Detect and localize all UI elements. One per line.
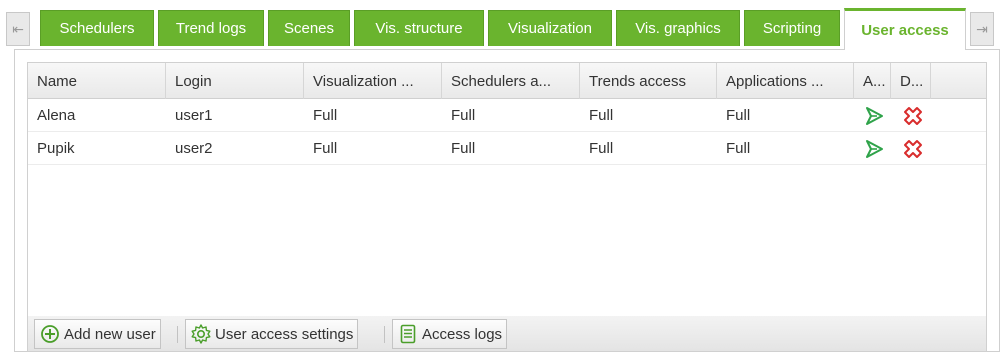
table-row[interactable]: Alena user1 Full Full Full Full [28, 99, 986, 132]
cell-visualization: Full [313, 107, 338, 124]
tab-label: Vis. structure [375, 20, 463, 37]
user-access-panel: Name Login Visualization ... Schedulers … [14, 49, 1000, 352]
tab-schedulers[interactable]: Schedulers [40, 10, 154, 46]
users-grid: Name Login Visualization ... Schedulers … [27, 62, 987, 317]
cell-schedulers: Full [451, 140, 476, 157]
tab-visualization[interactable]: Visualization [488, 10, 612, 46]
column-header-trends[interactable]: Trends access [580, 63, 717, 99]
column-header-login[interactable]: Login [166, 63, 304, 99]
add-circle-icon [39, 323, 61, 345]
user-access-settings-button[interactable]: User access settings [185, 319, 359, 349]
cell-trends: Full [589, 107, 614, 124]
tab-label: Trend logs [175, 20, 247, 37]
delete-cross-icon[interactable] [901, 137, 925, 161]
tab-label: Visualization [508, 20, 592, 37]
arrow-left-icon[interactable]: ⇤ [6, 12, 30, 46]
cell-login: user1 [175, 107, 213, 124]
access-logs-button[interactable]: Access logs [392, 319, 508, 349]
tab-label: User access [861, 22, 949, 39]
tab-scripting[interactable]: Scripting [744, 10, 840, 46]
delete-cross-icon[interactable] [901, 104, 925, 128]
cell-name: Pupik [37, 140, 75, 157]
cell-login: user2 [175, 140, 213, 157]
tab-label: Schedulers [59, 20, 135, 37]
column-header-applications[interactable]: Applications ... [717, 63, 854, 99]
play-arrow-icon[interactable] [862, 137, 886, 161]
grid-header: Name Login Visualization ... Schedulers … [28, 63, 986, 99]
table-row[interactable]: Pupik user2 Full Full Full Full [28, 132, 986, 165]
column-header-schedulers[interactable]: Schedulers a... [442, 63, 580, 99]
add-user-button[interactable]: Add new user [34, 319, 161, 349]
tab-scenes[interactable]: Scenes [268, 10, 350, 46]
column-header-visualization[interactable]: Visualization ... [304, 63, 442, 99]
tab-user-access[interactable]: User access [844, 8, 966, 50]
add-user-label: Add new user [64, 325, 156, 343]
cell-applications: Full [726, 107, 751, 124]
cell-applications: Full [726, 140, 751, 157]
arrow-right-icon[interactable]: ⇥ [970, 12, 994, 46]
grid-toolbar: Add new user User access settings Access… [27, 316, 987, 352]
cell-trends: Full [589, 140, 614, 157]
document-list-icon [397, 323, 419, 345]
cell-name: Alena [37, 107, 76, 124]
toolbar-divider [384, 326, 385, 343]
column-header-delete[interactable]: D... [891, 63, 931, 99]
column-header-access[interactable]: A... [854, 63, 891, 99]
tab-vis-structure[interactable]: Vis. structure [354, 10, 484, 46]
cell-visualization: Full [313, 140, 338, 157]
tab-label: Scripting [762, 20, 822, 37]
tab-vis-graphics[interactable]: Vis. graphics [616, 10, 740, 46]
toolbar-divider [177, 326, 178, 343]
tab-label: Vis. graphics [635, 20, 721, 37]
tab-trend-logs[interactable]: Trend logs [158, 10, 264, 46]
gear-icon [190, 323, 212, 345]
tab-label: Scenes [283, 20, 335, 37]
column-header-name[interactable]: Name [28, 63, 166, 99]
settings-label: User access settings [215, 325, 354, 343]
cell-schedulers: Full [451, 107, 476, 124]
tab-bar: ⇤ Schedulers Trend logs Scenes Vis. stru… [0, 0, 1003, 50]
access-logs-label: Access logs [422, 325, 503, 343]
play-arrow-icon[interactable] [862, 104, 886, 128]
